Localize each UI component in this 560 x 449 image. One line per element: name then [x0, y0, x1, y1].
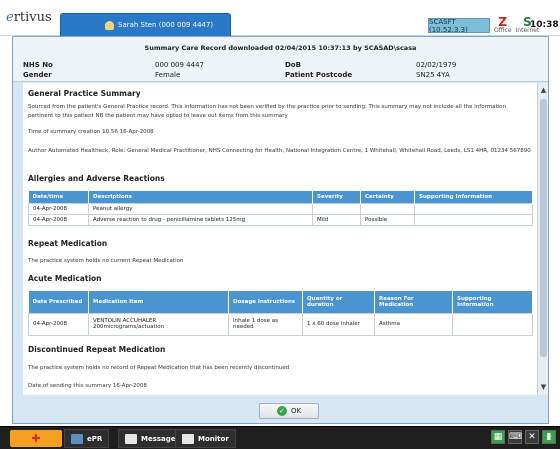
- table-cell: Peanut allergy: [88, 202, 313, 215]
- table-row: 04-Apr-2008 Peanut allergy: [28, 202, 533, 215]
- table-cell: Mild: [312, 213, 361, 226]
- keyboard-icon[interactable]: ⌨: [508, 430, 522, 444]
- acute-medication-table: Date Prescribed Medication Item Dosage I…: [28, 291, 533, 336]
- battery-icon: ▮: [542, 430, 556, 444]
- table-row: 04-Apr-2008 VENTOLIN ACCUHALER 200microg…: [28, 312, 533, 336]
- ok-button[interactable]: ✓ OK: [259, 403, 319, 419]
- allergies-heading: Allergies and Adverse Reactions: [28, 174, 165, 183]
- user-icon: [105, 20, 114, 30]
- column-header: Supporting Information: [452, 291, 533, 313]
- column-header: Reason For Medication: [374, 291, 453, 313]
- column-header: Dosage Instructions: [228, 291, 303, 313]
- column-header: Quantity or duration: [302, 291, 375, 313]
- acute-table-wrap: Date Prescribed Medication Item Dosage I…: [28, 291, 533, 336]
- clock: 10:38: [530, 20, 559, 30]
- allergies-heading-wrap: Allergies and Adverse Reactions: [28, 174, 533, 183]
- monitor-button[interactable]: Monitor: [175, 429, 236, 448]
- table-header: Date Prescribed Medication Item Dosage I…: [28, 291, 533, 313]
- discontinued-text-wrap: The practice system holds no record of R…: [28, 364, 533, 373]
- table-cell: Inhale 1 dose as needed: [228, 312, 303, 336]
- date-sent-wrap: Date of sending this summary 16-Apr-2008: [28, 382, 533, 391]
- table-cell: 04-Apr-2008: [28, 312, 89, 336]
- acute-medication-heading: Acute Medication: [28, 274, 102, 283]
- table-cell: [414, 213, 533, 226]
- summary-time: Time of summary creation 10.56 16-Apr-20…: [28, 129, 154, 135]
- repeat-med-heading-wrap: Repeat Medication: [28, 239, 533, 248]
- column-header: Descriptions: [88, 191, 313, 203]
- epr-button[interactable]: ePR: [64, 429, 110, 448]
- repeat-medication-heading: Repeat Medication: [28, 239, 108, 248]
- discontinued-heading-wrap: Discontinued Repeat Medication: [28, 345, 533, 354]
- close-icon[interactable]: ✕: [525, 430, 539, 444]
- record-title: Summary Care Record downloaded 02/04/201…: [144, 44, 417, 52]
- monitor-icon: [182, 433, 194, 444]
- app-logo: ertivus: [6, 10, 52, 25]
- acute-med-heading-wrap: Acute Medication: [28, 274, 533, 283]
- column-header: Date/time: [28, 191, 89, 203]
- author-wrap: Author Automated Healtheck, Role: Genera…: [28, 147, 533, 156]
- messages-label: Messages: [141, 434, 180, 443]
- table-cell: [452, 312, 533, 336]
- table-cell: [312, 202, 361, 215]
- discontinued-text: The practice system holds no record of R…: [28, 365, 290, 371]
- ok-label: OK: [290, 407, 302, 415]
- zoll-icon: Z Office: [494, 15, 512, 34]
- table-cell: 04-Apr-2008: [28, 202, 89, 215]
- patient-header: Summary Care Record downloaded 02/04/201…: [13, 37, 548, 82]
- epr-icon: [71, 433, 83, 444]
- top-bar: ertivus Sarah Sten (000 009 4447) SCASFT…: [0, 0, 560, 36]
- column-header: Supporting Information: [414, 191, 533, 203]
- column-header: Certainty: [360, 191, 415, 203]
- unit-badge: SCASFT (10.52.3.3): [428, 18, 490, 34]
- date-sent: Date of sending this summary 16-Apr-2008: [28, 383, 147, 389]
- table-cell: Asthma: [374, 312, 453, 336]
- allergies-table: Date/time Descriptions Severity Certaint…: [28, 191, 533, 226]
- column-header: Severity: [312, 191, 361, 203]
- column-header: Medication Item: [88, 291, 229, 313]
- scroll-thumb[interactable]: [540, 99, 547, 357]
- gp-summary-heading: General Practice Summary: [28, 89, 141, 98]
- gp-summary-intro-wrap: Sourced from the patient's General Pract…: [28, 103, 533, 121]
- content-scrollbar[interactable]: ▲ ▼: [537, 83, 548, 395]
- repeat-med-text-wrap: The practice system holds no current Rep…: [28, 257, 533, 266]
- monitor-label: Monitor: [198, 434, 229, 443]
- gp-summary-section: General Practice Summary: [28, 89, 533, 98]
- network-icon[interactable]: ▦: [491, 430, 505, 444]
- summary-author: Author Automated Healtheck, Role: Genera…: [28, 148, 531, 154]
- table-cell: Adverse reaction to drug - penicillamine…: [88, 213, 313, 226]
- check-icon: ✓: [276, 406, 287, 416]
- discontinued-heading: Discontinued Repeat Medication: [28, 345, 166, 354]
- taskbar: ✚ ePR Messages Monitor ▦ ⌨ ✕ ▮: [0, 426, 560, 449]
- record-content[interactable]: General Practice Summary Sourced from th…: [23, 83, 537, 395]
- mail-icon: [125, 433, 137, 444]
- gp-summary-intro: Sourced from the patient's General Pract…: [28, 104, 507, 119]
- allergies-table-wrap: Date/time Descriptions Severity Certaint…: [28, 191, 533, 226]
- patient-tab-label: Sarah Sten (000 009 4447): [118, 21, 214, 29]
- table-cell: VENTOLIN ACCUHALER 200micrograms/actuati…: [88, 312, 229, 336]
- table-cell: 1 x 60 dose inhaler: [302, 312, 375, 336]
- summary-care-record-dialog: Summary Care Record downloaded 02/04/201…: [12, 36, 549, 424]
- dialog-button-bar: ✓ OK: [13, 399, 548, 423]
- repeat-medication-text: The practice system holds no current Rep…: [28, 258, 184, 264]
- tray-icons: ▦ ⌨ ✕ ▮: [491, 430, 556, 444]
- table-row: 04-Apr-2008 Adverse reaction to drug - p…: [28, 213, 533, 226]
- table-cell: [414, 202, 533, 215]
- scroll-up-icon[interactable]: ▲: [538, 85, 549, 96]
- epr-label: ePR: [87, 434, 103, 443]
- plus-icon: ✚: [31, 432, 41, 445]
- scroll-down-icon[interactable]: ▼: [538, 382, 549, 393]
- home-button[interactable]: ✚: [10, 430, 62, 447]
- summary-time-wrap: Time of summary creation 10.56 16-Apr-20…: [28, 128, 533, 137]
- table-cell: [360, 202, 415, 215]
- table-cell: Possible: [360, 213, 415, 226]
- table-cell: 04-Apr-2008: [28, 213, 89, 226]
- column-header: Date Prescribed: [28, 291, 89, 313]
- table-header: Date/time Descriptions Severity Certaint…: [28, 191, 533, 203]
- patient-tab[interactable]: Sarah Sten (000 009 4447): [60, 13, 231, 36]
